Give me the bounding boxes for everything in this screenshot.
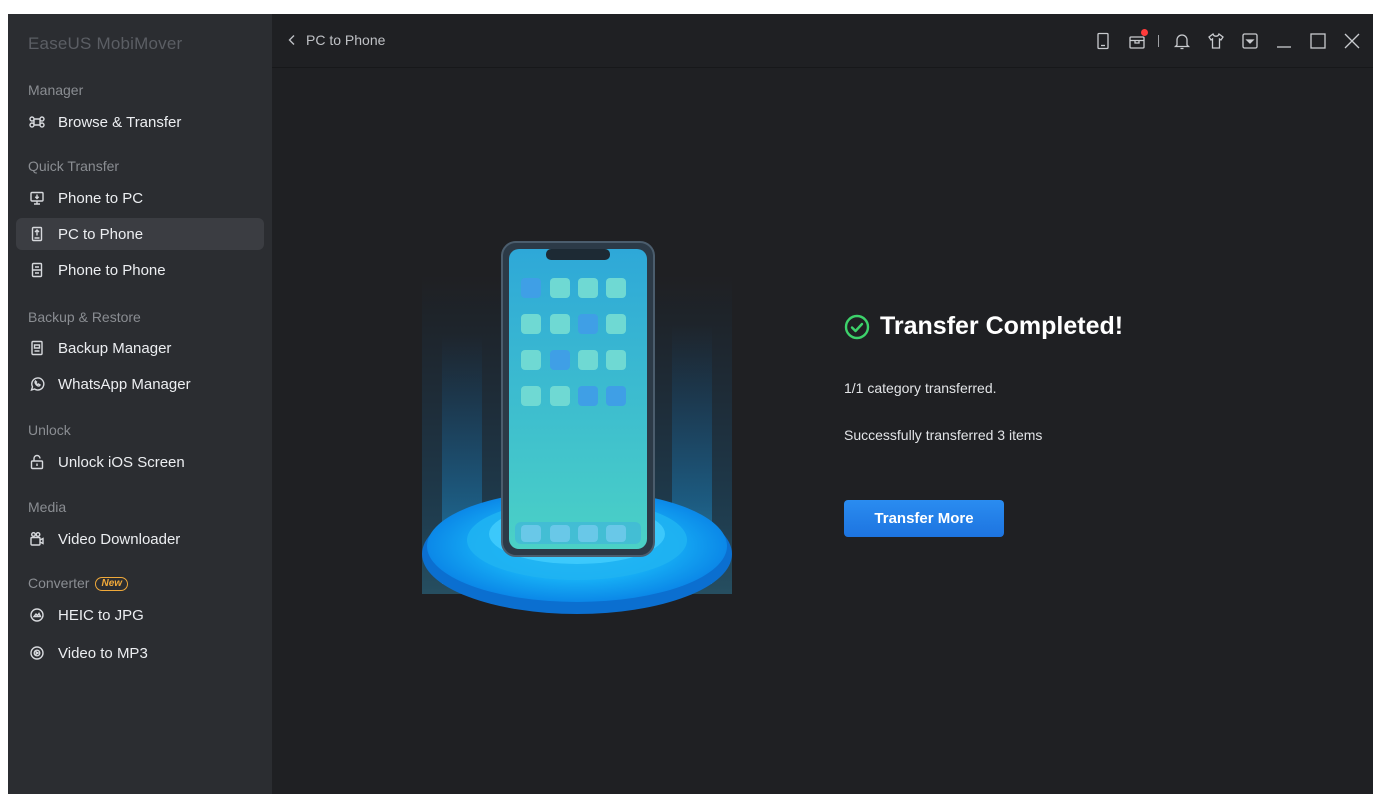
lock-icon — [28, 453, 46, 471]
close-icon[interactable] — [1341, 30, 1363, 52]
heic-convert-icon — [28, 606, 46, 624]
check-circle-icon — [844, 314, 870, 339]
sidebar-item-label: WhatsApp Manager — [58, 375, 191, 393]
sidebar-item-label: Backup Manager — [58, 339, 172, 357]
breadcrumb-label: PC to Phone — [306, 32, 386, 48]
maximize-icon[interactable] — [1307, 30, 1329, 52]
backup-icon — [28, 339, 46, 357]
sidebar-item-phone-to-phone[interactable]: Phone to Phone — [16, 254, 264, 286]
result-title: Transfer Completed! — [880, 312, 1124, 340]
section-label-media: Media — [28, 499, 67, 515]
sidebar-item-phone-to-pc[interactable]: Phone to PC — [16, 182, 264, 214]
sidebar-item-label: Browse & Transfer — [58, 113, 182, 131]
sidebar-item-label: Video to MP3 — [58, 644, 148, 662]
chevron-left-icon — [288, 35, 295, 45]
sidebar-item-label: Unlock iOS Screen — [58, 453, 185, 471]
app-window: EaseUS MobiMover Manager Browse & Transf… — [8, 14, 1373, 794]
sidebar-item-label: Phone to Phone — [58, 261, 166, 279]
title-bar: PC to Phone — [272, 14, 1373, 68]
sidebar-item-whatsapp-manager[interactable]: WhatsApp Manager — [16, 368, 264, 400]
section-label-converter: Converter New — [28, 575, 129, 592]
sidebar-item-label: HEIC to JPG — [58, 606, 144, 624]
items-status: Successfully transferred 3 items — [844, 427, 1043, 443]
video-downloader-icon — [28, 530, 46, 548]
sidebar-item-heic-to-jpg[interactable]: HEIC to JPG — [16, 599, 264, 631]
sidebar-item-label: PC to Phone — [58, 225, 144, 243]
window-toolbar — [1080, 29, 1363, 52]
sidebar-item-video-to-mp3[interactable]: Video to MP3 — [16, 637, 264, 669]
sidebar-item-pc-to-phone[interactable]: PC to Phone — [16, 218, 264, 250]
bell-icon[interactable] — [1171, 30, 1193, 52]
section-label-backup-restore: Backup & Restore — [28, 309, 141, 325]
menu-dropdown-icon[interactable] — [1239, 30, 1261, 52]
phone-to-pc-icon — [28, 189, 46, 207]
phone-transfer-illustration — [412, 214, 742, 634]
notification-dot — [1141, 29, 1148, 36]
sidebar: EaseUS MobiMover Manager Browse & Transf… — [8, 14, 272, 794]
section-label-quick-transfer: Quick Transfer — [28, 158, 120, 174]
transfer-result: Transfer Completed! — [844, 312, 1123, 341]
whatsapp-icon — [28, 375, 46, 393]
result-heading: Transfer Completed! — [844, 312, 1123, 341]
phone-to-phone-icon — [28, 261, 46, 279]
video-to-mp3-icon — [28, 644, 46, 662]
shirt-icon[interactable] — [1205, 30, 1227, 52]
main-content: PC to Phone Transfer Completed! 1/1 cate… — [272, 14, 1373, 794]
section-label-text: Converter — [28, 575, 90, 591]
section-label-manager: Manager — [28, 82, 84, 98]
sidebar-item-backup-manager[interactable]: Backup Manager — [16, 332, 264, 364]
sidebar-item-label: Video Downloader — [58, 530, 181, 548]
sidebar-item-label: Phone to PC — [58, 189, 144, 207]
back-breadcrumb[interactable]: PC to Phone — [286, 32, 385, 48]
sidebar-item-unlock-ios-screen[interactable]: Unlock iOS Screen — [16, 446, 264, 478]
section-label-unlock: Unlock — [28, 422, 71, 438]
gift-icon[interactable] — [1126, 29, 1148, 52]
pc-to-phone-icon — [28, 225, 46, 243]
minimize-icon[interactable] — [1273, 30, 1295, 52]
category-status: 1/1 category transferred. — [844, 380, 997, 396]
app-title: EaseUS MobiMover — [28, 34, 183, 53]
new-badge: New — [95, 577, 129, 592]
transfer-more-button[interactable]: Transfer More — [844, 500, 1004, 537]
toolbar-divider — [1158, 35, 1159, 47]
device-icon[interactable] — [1092, 30, 1114, 52]
sidebar-item-browse-transfer[interactable]: Browse & Transfer — [16, 106, 264, 138]
sidebar-item-video-downloader[interactable]: Video Downloader — [16, 523, 264, 555]
command-icon — [28, 113, 46, 131]
